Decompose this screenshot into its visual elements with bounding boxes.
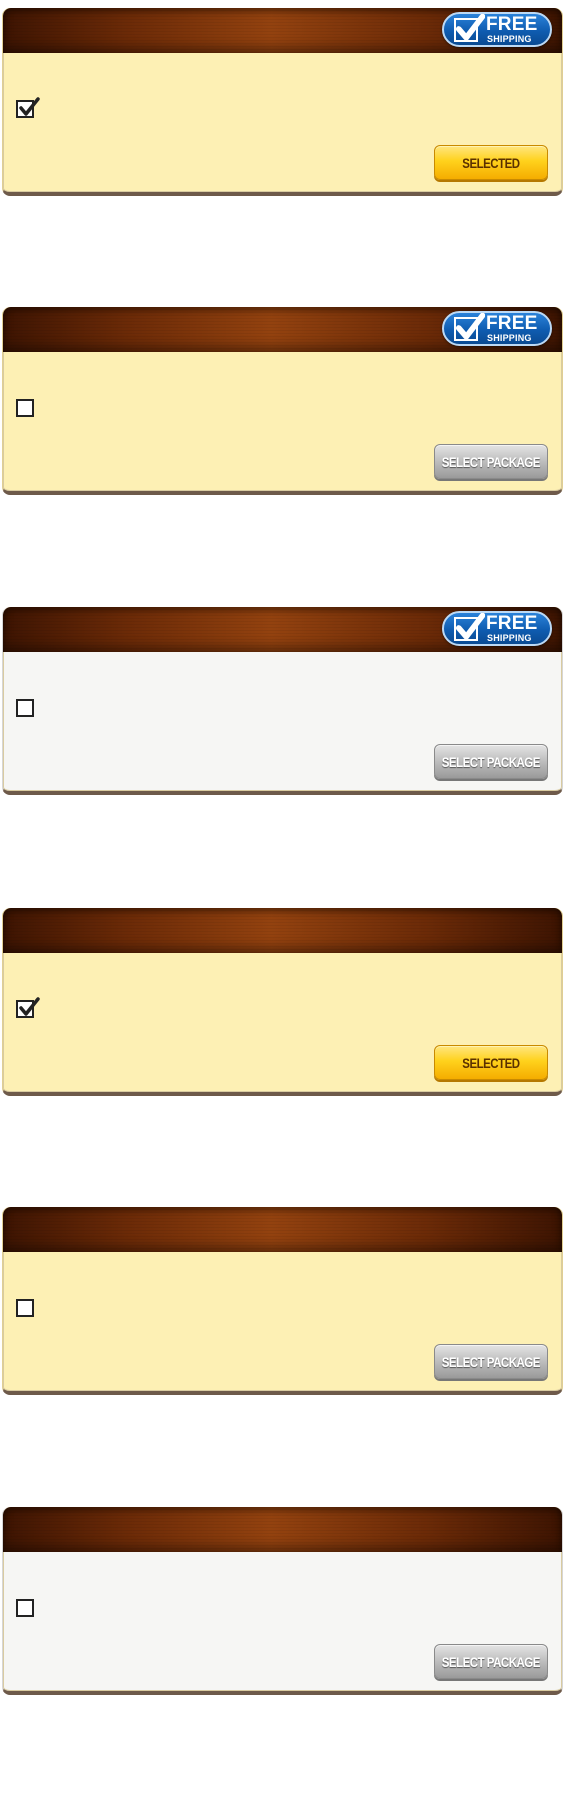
badge-checkbox-icon bbox=[454, 313, 485, 341]
checkmark-icon bbox=[19, 97, 40, 116]
free-shipping-badge: FREE SHIPPING bbox=[442, 611, 552, 646]
free-shipping-badge: FREE SHIPPING bbox=[442, 311, 552, 346]
select-package-button[interactable]: SELECT PACKAGE bbox=[434, 444, 548, 479]
package-card-header bbox=[3, 1507, 562, 1552]
button-label: SELECTED bbox=[462, 1054, 520, 1071]
checkmark-icon bbox=[455, 613, 485, 640]
package-card-4[interactable]: SELECTED bbox=[2, 908, 563, 1096]
package-card-header: FREE SHIPPING bbox=[3, 607, 562, 652]
package-card-header: FREE SHIPPING bbox=[3, 307, 562, 352]
badge-subtitle: SHIPPING bbox=[487, 633, 532, 643]
package-checkbox[interactable] bbox=[16, 997, 40, 1018]
package-card-6[interactable]: SELECT PACKAGE bbox=[2, 1507, 563, 1695]
package-checkbox[interactable] bbox=[16, 1599, 34, 1617]
package-checkbox[interactable] bbox=[16, 399, 34, 417]
badge-title: FREE bbox=[486, 313, 538, 334]
button-label: SELECT PACKAGE bbox=[441, 453, 541, 470]
badge-title: FREE bbox=[486, 14, 538, 35]
button-label: SELECT PACKAGE bbox=[441, 1653, 541, 1670]
package-checkbox[interactable] bbox=[16, 97, 40, 118]
checkmark-icon bbox=[455, 313, 485, 340]
button-label: SELECTED bbox=[462, 154, 520, 171]
select-package-button[interactable]: SELECT PACKAGE bbox=[434, 1644, 548, 1679]
select-package-button[interactable]: SELECT PACKAGE bbox=[434, 744, 548, 779]
package-checkbox[interactable] bbox=[16, 699, 34, 717]
button-label: SELECT PACKAGE bbox=[441, 753, 541, 770]
select-package-button[interactable]: SELECT PACKAGE bbox=[434, 1344, 548, 1379]
package-card-header: FREE SHIPPING bbox=[3, 8, 562, 53]
button-label: SELECT PACKAGE bbox=[441, 1353, 541, 1370]
badge-subtitle: SHIPPING bbox=[487, 333, 532, 343]
package-card-header bbox=[3, 908, 562, 953]
badge-subtitle: SHIPPING bbox=[487, 34, 532, 44]
badge-title: FREE bbox=[486, 613, 538, 634]
selected-button[interactable]: SELECTED bbox=[434, 145, 548, 180]
package-card-2[interactable]: FREE SHIPPING SELECT PACKAGE bbox=[2, 307, 563, 495]
package-checkbox[interactable] bbox=[16, 1299, 34, 1317]
package-card-5[interactable]: SELECT PACKAGE bbox=[2, 1207, 563, 1395]
checkmark-icon bbox=[455, 14, 485, 41]
package-card-1[interactable]: FREE SHIPPING SELECTED bbox=[2, 8, 563, 196]
badge-checkbox-icon bbox=[454, 613, 485, 641]
free-shipping-badge: FREE SHIPPING bbox=[442, 12, 552, 47]
badge-checkbox-icon bbox=[454, 14, 485, 42]
package-card-header bbox=[3, 1207, 562, 1252]
selected-button[interactable]: SELECTED bbox=[434, 1045, 548, 1080]
checkmark-icon bbox=[19, 997, 40, 1016]
package-card-3[interactable]: FREE SHIPPING SELECT PACKAGE bbox=[2, 607, 563, 795]
